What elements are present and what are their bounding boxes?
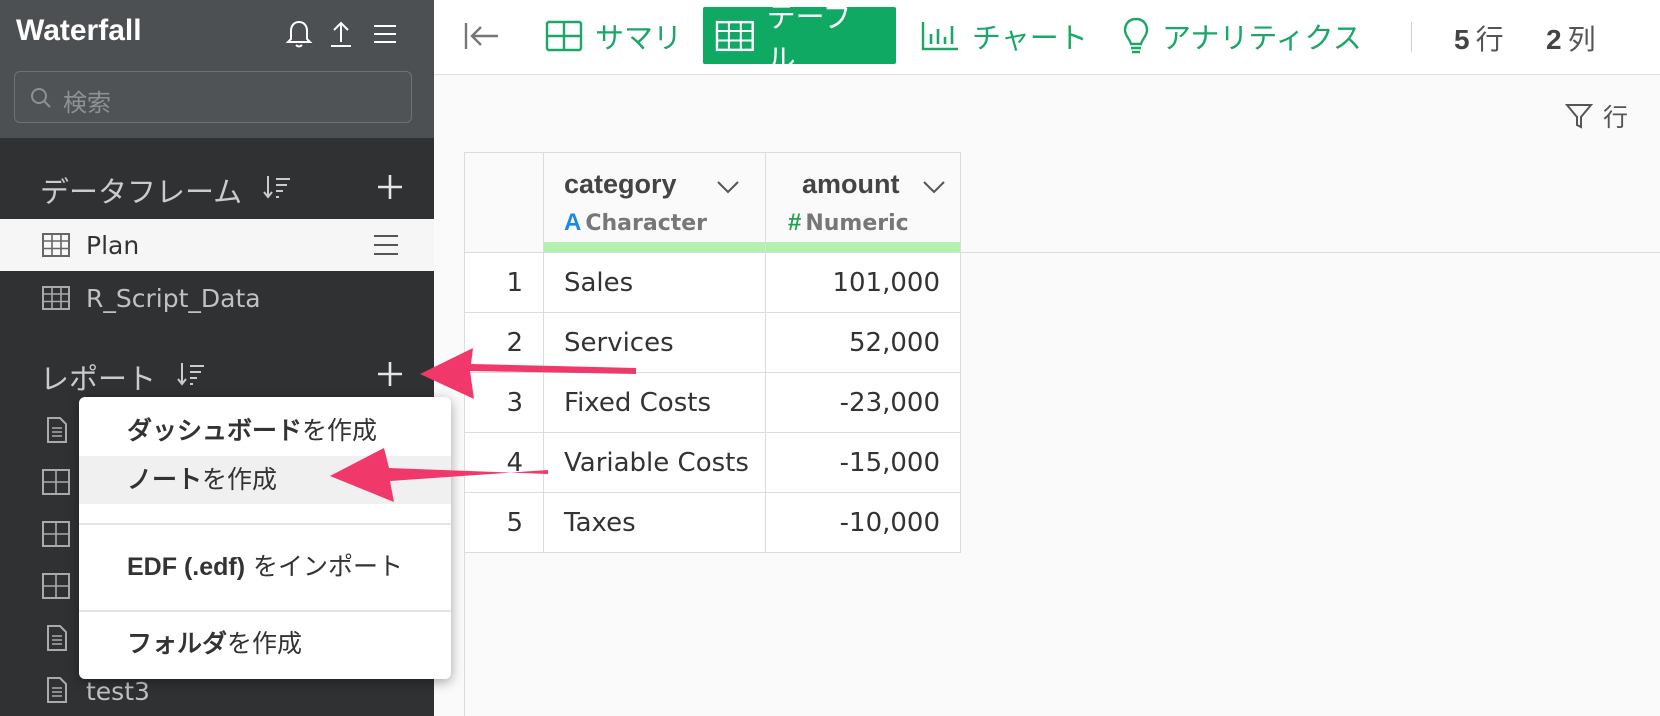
tab-chart-label: チャート xyxy=(972,20,1088,55)
menu-item-create-folder[interactable]: フォルダを作成 xyxy=(79,620,451,668)
cell-category[interactable]: Taxes xyxy=(543,492,766,553)
upload-icon[interactable] xyxy=(325,18,357,50)
search-placeholder: 検索 xyxy=(63,89,111,117)
document-icon[interactable] xyxy=(42,676,70,704)
sidebar-header: Waterfall 検索 xyxy=(0,0,434,138)
report-item-test3[interactable]: test3 xyxy=(86,677,150,706)
tab-summary-label: サマリ xyxy=(595,20,683,55)
search-icon xyxy=(31,88,51,108)
table-left-edge xyxy=(464,552,465,716)
menu-item-create-note[interactable]: ノートを作成 xyxy=(79,456,451,504)
table-row[interactable]: 4 Variable Costs -15,000 xyxy=(464,432,961,493)
search-input[interactable]: 検索 xyxy=(14,71,412,123)
dashboard-icon[interactable] xyxy=(42,520,70,548)
cell-amount[interactable]: -10,000 xyxy=(765,492,961,553)
row-index: 3 xyxy=(464,372,544,433)
column-name: amount xyxy=(802,169,900,199)
column-type: # Numeric xyxy=(788,209,909,236)
column-header-amount[interactable]: amount # Numeric xyxy=(765,152,961,253)
menu-divider xyxy=(79,610,451,612)
chevron-down-icon[interactable] xyxy=(922,179,946,195)
table-header-row: category A Character amount # Numeric xyxy=(464,152,961,253)
menu-divider xyxy=(79,523,451,525)
cell-amount[interactable]: 52,000 xyxy=(765,312,961,373)
row-index: 5 xyxy=(464,492,544,553)
add-report-button[interactable] xyxy=(375,359,405,389)
numeric-type-icon: # xyxy=(788,209,802,236)
dataframe-label: Plan xyxy=(86,231,140,260)
row-index: 1 xyxy=(464,252,544,313)
reports-heading: レポート xyxy=(40,362,157,396)
table-icon xyxy=(715,20,754,51)
document-icon[interactable] xyxy=(42,416,70,444)
data-table: category A Character amount # Numeric 1 … xyxy=(464,152,961,553)
character-type-icon: A xyxy=(564,209,582,236)
chevron-down-icon[interactable] xyxy=(716,179,740,195)
app-title: Waterfall xyxy=(16,14,142,47)
index-header xyxy=(464,152,544,253)
tab-summary[interactable]: サマリ xyxy=(533,7,698,64)
table-row[interactable]: 3 Fixed Costs -23,000 xyxy=(464,372,961,433)
cell-amount[interactable]: 101,000 xyxy=(765,252,961,313)
hamburger-menu-icon[interactable] xyxy=(369,18,401,50)
dataframe-item-r-script-data[interactable]: R_Script_Data xyxy=(0,272,434,324)
cell-amount[interactable]: -23,000 xyxy=(765,372,961,433)
cell-category[interactable]: Variable Costs xyxy=(543,432,766,493)
column-type: A Character xyxy=(564,209,708,236)
document-icon[interactable] xyxy=(42,624,70,652)
toolbar-divider xyxy=(1411,22,1412,52)
tab-chart[interactable]: チャート xyxy=(908,7,1104,64)
table-icon xyxy=(42,286,70,310)
tab-table[interactable]: テーブル xyxy=(703,0,896,76)
cell-category[interactable]: Sales xyxy=(543,252,766,313)
sort-icon[interactable] xyxy=(176,360,206,388)
lightbulb-icon xyxy=(1123,17,1149,53)
row-filter-button[interactable]: 行 xyxy=(1565,98,1628,134)
table-row[interactable]: 2 Services 52,000 xyxy=(464,312,961,373)
table-icon xyxy=(42,233,70,257)
bell-icon[interactable] xyxy=(283,18,315,50)
column-header-category[interactable]: category A Character xyxy=(543,152,766,253)
header-bottom-line xyxy=(960,252,1660,253)
column-name: category xyxy=(564,169,677,199)
menu-item-import-edf[interactable]: EDF (.edf) をインポート xyxy=(79,543,451,591)
collapse-sidebar-icon[interactable] xyxy=(462,20,502,52)
dataframe-label: R_Script_Data xyxy=(86,284,261,313)
add-dataframe-button[interactable] xyxy=(375,172,405,202)
summary-icon xyxy=(545,20,583,51)
sort-icon[interactable] xyxy=(262,173,292,201)
item-menu-icon[interactable] xyxy=(372,233,400,257)
column-count: 2列 xyxy=(1546,23,1596,56)
column-quality-bar xyxy=(766,242,960,252)
row-count: 5行 xyxy=(1454,23,1504,56)
row-index: 4 xyxy=(464,432,544,493)
create-report-menu: ダッシュボードを作成 ノートを作成 EDF (.edf) をインポート フォルダ… xyxy=(79,397,451,679)
table-row[interactable]: 5 Taxes -10,000 xyxy=(464,492,961,553)
row-index: 2 xyxy=(464,312,544,373)
filter-icon xyxy=(1565,104,1593,129)
menu-item-create-dashboard[interactable]: ダッシュボードを作成 xyxy=(79,407,451,455)
column-quality-bar xyxy=(544,242,765,252)
table-row[interactable]: 1 Sales 101,000 xyxy=(464,252,961,313)
chart-icon xyxy=(921,21,958,50)
cell-amount[interactable]: -15,000 xyxy=(765,432,961,493)
tab-analytics-label: アナリティクス xyxy=(1162,20,1362,55)
tab-table-label: テーブル xyxy=(766,0,852,76)
cell-category[interactable]: Fixed Costs xyxy=(543,372,766,433)
dashboard-icon[interactable] xyxy=(42,468,70,496)
dataframe-item-plan[interactable]: Plan xyxy=(0,219,434,271)
cell-category[interactable]: Services xyxy=(543,312,766,373)
dataframes-heading: データフレーム xyxy=(40,175,243,209)
dashboard-icon[interactable] xyxy=(42,572,70,600)
tab-analytics[interactable]: アナリティクス xyxy=(1110,7,1378,64)
